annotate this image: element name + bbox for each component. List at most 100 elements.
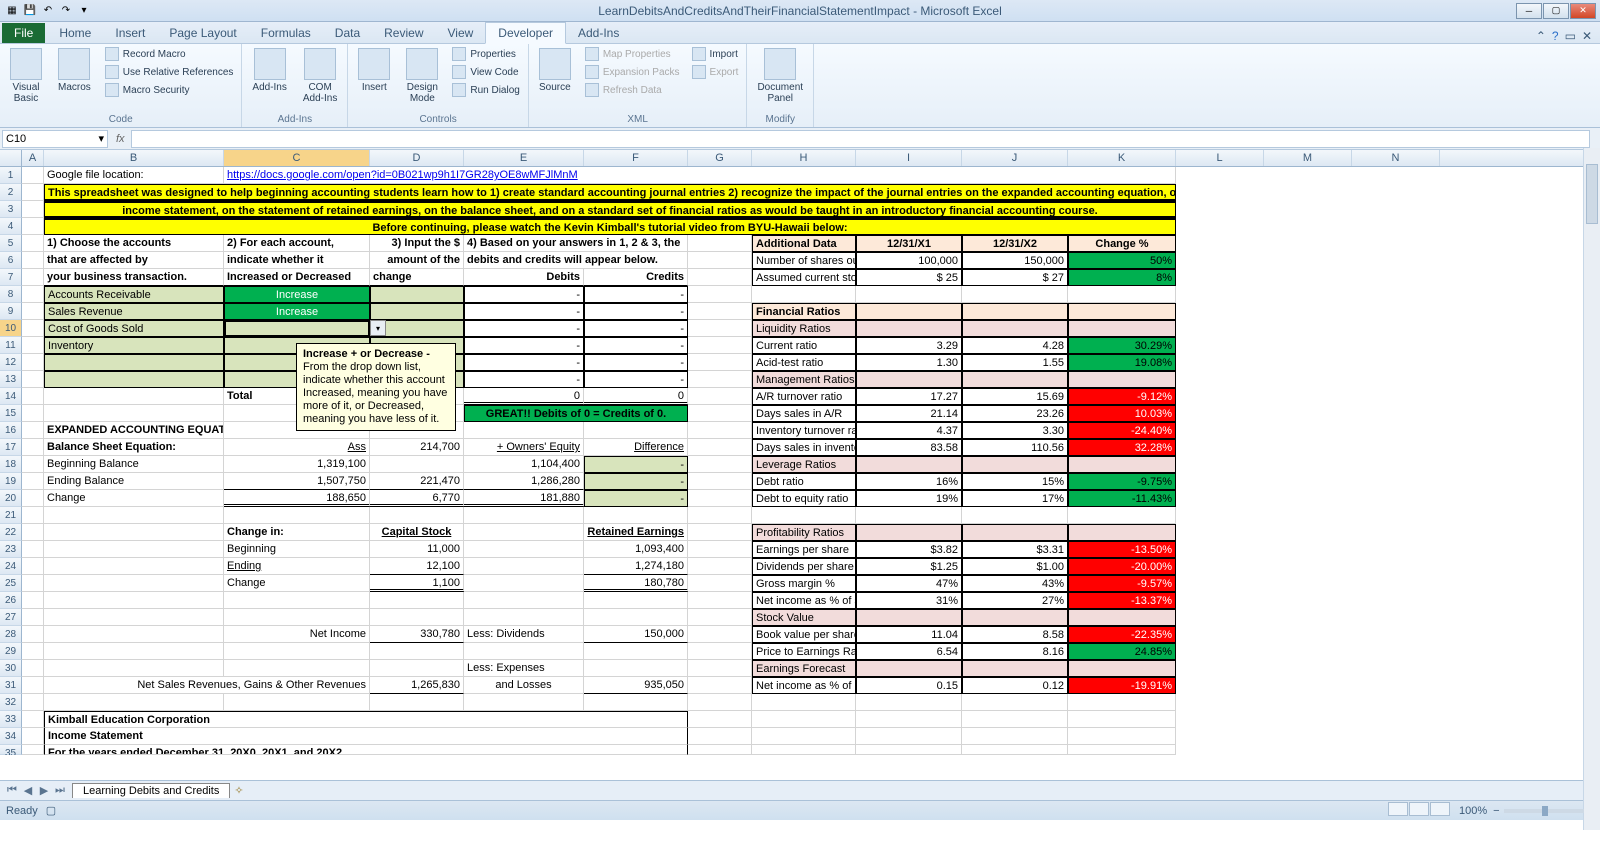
cell[interactable] bbox=[856, 609, 962, 626]
cell[interactable] bbox=[464, 507, 584, 524]
cell[interactable]: 221,470 bbox=[370, 473, 464, 490]
cell[interactable]: 1) Choose the accounts bbox=[44, 235, 224, 252]
cell[interactable]: Leverage Ratios bbox=[752, 456, 856, 473]
sheet-tab-active[interactable]: Learning Debits and Credits bbox=[72, 783, 230, 798]
cell[interactable]: $ 27 bbox=[962, 269, 1068, 286]
cell[interactable]: Inventory turnover ratio bbox=[752, 422, 856, 439]
cell[interactable] bbox=[962, 320, 1068, 337]
cell[interactable]: 1.30 bbox=[856, 354, 962, 371]
cell[interactable]: 3.29 bbox=[856, 337, 962, 354]
cell[interactable]: Change in: bbox=[224, 524, 370, 541]
cell[interactable] bbox=[1068, 660, 1176, 677]
cell[interactable]: your business transaction. bbox=[44, 269, 224, 286]
cell[interactable] bbox=[688, 473, 752, 490]
cell[interactable]: Days sales in A/R bbox=[752, 405, 856, 422]
cell[interactable]: - bbox=[464, 320, 584, 337]
cell[interactable]: 1,100 bbox=[370, 575, 464, 592]
cell[interactable] bbox=[856, 303, 962, 320]
cell[interactable]: change bbox=[370, 269, 464, 286]
col-E[interactable]: E bbox=[464, 150, 584, 166]
cell[interactable]: Inventory bbox=[44, 337, 224, 354]
cell[interactable]: 1,319,100 bbox=[224, 456, 370, 473]
cell[interactable]: Price to Earnings Ratio bbox=[752, 643, 856, 660]
tab-data[interactable]: Data bbox=[323, 23, 372, 43]
cell[interactable]: 8.58 bbox=[962, 626, 1068, 643]
cell[interactable] bbox=[22, 558, 44, 575]
cell[interactable]: -9.75% bbox=[1068, 473, 1176, 490]
cell[interactable] bbox=[856, 728, 962, 745]
cell[interactable] bbox=[856, 660, 962, 677]
col-K[interactable]: K bbox=[1068, 150, 1176, 166]
cell[interactable] bbox=[22, 405, 44, 422]
cell[interactable] bbox=[1068, 320, 1176, 337]
row-header[interactable]: 35 bbox=[0, 745, 22, 755]
cell[interactable] bbox=[1068, 711, 1176, 728]
cell[interactable]: -24.40% bbox=[1068, 422, 1176, 439]
cell[interactable] bbox=[688, 558, 752, 575]
cell[interactable]: 1,265,830 bbox=[370, 677, 464, 694]
cell[interactable] bbox=[22, 592, 44, 609]
cell[interactable] bbox=[370, 643, 464, 660]
cell[interactable]: 3.30 bbox=[962, 422, 1068, 439]
cell[interactable] bbox=[22, 694, 44, 711]
cell[interactable]: -20.00% bbox=[1068, 558, 1176, 575]
cell[interactable] bbox=[962, 728, 1068, 745]
cell[interactable] bbox=[688, 320, 752, 337]
row-header[interactable]: 13 bbox=[0, 371, 22, 388]
cell[interactable]: 1.55 bbox=[962, 354, 1068, 371]
cell[interactable] bbox=[464, 592, 584, 609]
cell[interactable] bbox=[962, 303, 1068, 320]
cell[interactable] bbox=[688, 711, 752, 728]
cell[interactable]: 100,000 bbox=[856, 252, 962, 269]
cell[interactable] bbox=[464, 558, 584, 575]
record-macro-button[interactable]: Record Macro bbox=[103, 46, 236, 62]
cell[interactable] bbox=[370, 507, 464, 524]
cell[interactable] bbox=[688, 354, 752, 371]
cell[interactable]: 12/31/X1 bbox=[856, 235, 962, 252]
cell[interactable]: 24.85% bbox=[1068, 643, 1176, 660]
cell[interactable] bbox=[370, 456, 464, 473]
cell[interactable]: - bbox=[464, 286, 584, 303]
cell[interactable] bbox=[22, 337, 44, 354]
minimize-ribbon-icon[interactable]: ⌃ bbox=[1536, 29, 1546, 43]
cell[interactable]: income statement, on the statement of re… bbox=[44, 201, 1176, 218]
tab-page-layout[interactable]: Page Layout bbox=[157, 23, 248, 43]
cell[interactable]: $ 25 bbox=[856, 269, 962, 286]
cell[interactable]: Less: Expenses bbox=[464, 660, 584, 677]
cell[interactable]: 47% bbox=[856, 575, 962, 592]
row-header[interactable]: 14 bbox=[0, 388, 22, 405]
cell[interactable]: 181,880 bbox=[464, 490, 584, 507]
cell[interactable] bbox=[44, 694, 224, 711]
cell[interactable] bbox=[22, 745, 44, 755]
cell[interactable] bbox=[1068, 507, 1176, 524]
cell[interactable] bbox=[584, 609, 688, 626]
xml-source-button[interactable]: Source bbox=[535, 46, 575, 95]
cell[interactable] bbox=[688, 609, 752, 626]
cell[interactable] bbox=[688, 303, 752, 320]
cell[interactable] bbox=[688, 235, 752, 252]
run-dialog-button[interactable]: Run Dialog bbox=[450, 82, 521, 98]
col-B[interactable]: B bbox=[44, 150, 224, 166]
cell[interactable]: Kimball Education Corporation bbox=[44, 711, 688, 728]
cell[interactable]: 32.28% bbox=[1068, 439, 1176, 456]
col-L[interactable]: L bbox=[1176, 150, 1264, 166]
cell[interactable] bbox=[224, 609, 370, 626]
cell[interactable]: Increase bbox=[224, 303, 370, 320]
cell[interactable]: -19.91% bbox=[1068, 677, 1176, 694]
col-H[interactable]: H bbox=[752, 150, 856, 166]
cell[interactable] bbox=[584, 507, 688, 524]
cell[interactable] bbox=[44, 371, 224, 388]
cell[interactable]: - bbox=[464, 337, 584, 354]
cell[interactable]: Acid-test ratio bbox=[752, 354, 856, 371]
cell[interactable]: 150,000 bbox=[962, 252, 1068, 269]
cell[interactable]: 180,780 bbox=[584, 575, 688, 592]
cell[interactable] bbox=[688, 371, 752, 388]
cell[interactable] bbox=[752, 711, 856, 728]
cell[interactable]: Cost of Goods Sold bbox=[44, 320, 224, 337]
cell[interactable] bbox=[22, 456, 44, 473]
cell[interactable] bbox=[22, 184, 44, 201]
view-buttons[interactable] bbox=[1388, 802, 1451, 819]
cell[interactable] bbox=[22, 388, 44, 405]
cell[interactable]: 19.08% bbox=[1068, 354, 1176, 371]
minimize-button[interactable]: ─ bbox=[1516, 3, 1542, 19]
